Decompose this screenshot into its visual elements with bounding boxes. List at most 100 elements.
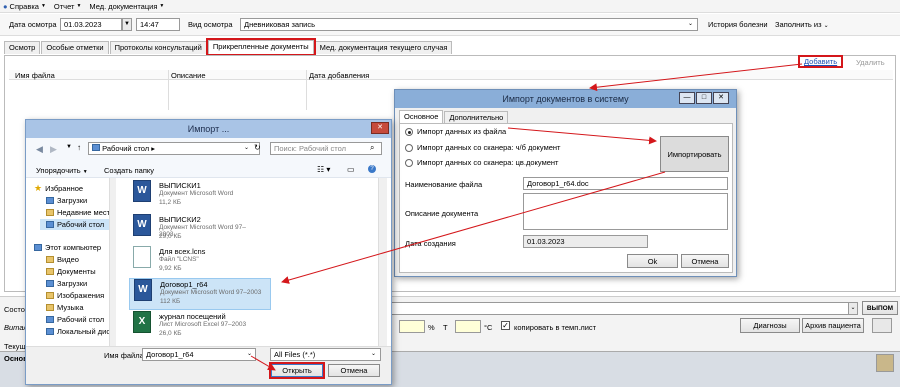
view-options-icon[interactable]: ☷ ▾: [317, 165, 330, 174]
sidebar-item-downloads-pc[interactable]: Загрузки: [46, 279, 87, 288]
menu-report[interactable]: Отчет ▼: [54, 2, 82, 11]
generic-file-icon: [133, 246, 151, 268]
vlpom-button[interactable]: ВЫПОМ: [862, 301, 898, 315]
file-list-scrollbar[interactable]: [378, 178, 387, 346]
radio-scanner-bw[interactable]: Импорт данных со сканера: ч/б документ: [405, 143, 561, 153]
file-size: 11,2 КБ: [159, 199, 182, 206]
tab-special-notes[interactable]: Особые отметки: [41, 41, 109, 54]
cancel-button[interactable]: Отмена: [681, 254, 729, 268]
tab-attached-docs[interactable]: Прикрепленные документы: [205, 38, 316, 56]
fill-from-button[interactable]: Заполнить из ⌄: [775, 20, 829, 29]
archive-button[interactable]: Архив пациента: [802, 318, 864, 333]
sidebar-item-documents[interactable]: Документы: [46, 267, 96, 276]
image-icon[interactable]: [872, 318, 892, 333]
radio-scanner-color-label: Импорт данных со сканера: цв.документ: [417, 158, 559, 167]
sidebar-item-desktop-pc[interactable]: Рабочий стол: [46, 315, 104, 324]
sidebar-item-pictures[interactable]: Изображения: [46, 291, 104, 300]
sidebar-scrollbar[interactable]: [109, 178, 116, 346]
preview-pane-icon[interactable]: ▭: [347, 165, 355, 174]
sidebar-item-this-pc[interactable]: Этот компьютер: [34, 243, 101, 252]
file-size: 9,92 КБ: [159, 265, 182, 272]
tab-basic[interactable]: Основное: [399, 110, 444, 124]
help-icon[interactable]: ?: [368, 165, 376, 173]
chevron-down-icon[interactable]: ⌄: [247, 350, 252, 357]
copy-label: копировать в темп.лист: [514, 323, 597, 332]
add-button[interactable]: Добавить: [797, 55, 844, 68]
maximize-icon[interactable]: □: [696, 92, 712, 104]
download-folder-icon: [46, 197, 54, 204]
menu-meddoc[interactable]: Мед. документация ▼: [89, 2, 164, 11]
list-item[interactable]: W ВЫПИСКИ1 Документ Microsoft Word 11,2 КБ: [129, 180, 249, 212]
menu-help[interactable]: ● Справка ▼: [3, 2, 46, 11]
refresh-icon[interactable]: ↻: [254, 143, 261, 152]
description-input[interactable]: [523, 193, 728, 230]
back-icon[interactable]: ◀: [36, 144, 43, 155]
chevron-down-icon[interactable]: ▼: [66, 144, 72, 150]
search-input[interactable]: Поиск: Рабочий стол: [270, 142, 382, 155]
archive-label: Архив пациента: [805, 321, 861, 330]
sidebar-item-recent[interactable]: Недавние места: [46, 208, 114, 217]
list-item[interactable]: Для всех.lcns Файл "LCNS" 9,92 КБ: [129, 246, 249, 278]
tab-current-case-docs[interactable]: Мед. документация текущего случая: [314, 41, 453, 54]
import-button[interactable]: Импортировать: [660, 136, 729, 172]
sidebar-label: Избранное: [45, 184, 84, 193]
chevron-down-icon: ⌄: [823, 23, 829, 29]
radio-scanner-color[interactable]: Импорт данных со сканера: цв.документ: [405, 158, 559, 168]
forward-icon[interactable]: ▶: [50, 144, 57, 155]
filename-field[interactable]: Договор1_r64: [142, 348, 256, 361]
new-folder-button[interactable]: Создать папку: [104, 166, 154, 175]
sidebar-item-music[interactable]: Музыка: [46, 303, 84, 312]
sidebar-item-local-disk[interactable]: Локальный диск: [46, 327, 113, 336]
close-icon[interactable]: ✕: [713, 92, 729, 104]
minimize-icon[interactable]: —: [679, 92, 695, 104]
copy-checkbox[interactable]: ✓: [501, 321, 510, 330]
pictures-folder-icon: [46, 292, 54, 299]
sidebar-item-favorites[interactable]: ★ Избранное: [34, 184, 84, 194]
filename-input[interactable]: Договор1_r64.doc: [523, 177, 728, 190]
percent-input[interactable]: [399, 320, 425, 333]
up-arrow-icon[interactable]: ↑: [77, 143, 81, 152]
desktop-icon: [46, 316, 54, 323]
temperature-input[interactable]: [455, 320, 481, 333]
time-input[interactable]: 14:47: [136, 18, 180, 31]
radio-from-file[interactable]: Импорт данных из файла: [405, 127, 506, 137]
list-item-selected[interactable]: W Договор1_r64 Документ Microsoft Word 97–…: [129, 278, 271, 310]
date-dropdown-button[interactable]: ▼: [122, 18, 132, 31]
col-filename[interactable]: Имя файла: [15, 71, 55, 80]
state-label: Состо: [4, 305, 25, 314]
state-select[interactable]: [390, 302, 858, 315]
sidebar-label: Видео: [57, 255, 79, 264]
open-button[interactable]: Открыть: [269, 362, 325, 379]
close-icon[interactable]: ✕: [371, 122, 389, 134]
file-type-filter[interactable]: All Files (*.*): [270, 348, 381, 361]
history-link[interactable]: История болезни: [708, 20, 768, 29]
col-description[interactable]: Описание: [171, 71, 206, 80]
date-input[interactable]: 01.03.2023: [60, 18, 122, 31]
tab-consult-protocols[interactable]: Протоколы консультаций: [109, 41, 207, 54]
sidebar-item-downloads[interactable]: Загрузки: [46, 196, 87, 205]
sidebar-item-desktop[interactable]: Рабочий стол: [40, 219, 116, 230]
ok-button[interactable]: Ok: [627, 254, 678, 268]
list-item[interactable]: Xжурнал посещений Лист Microsoft Excel 97…: [129, 311, 249, 343]
tab-osmotr[interactable]: Осмотр: [4, 41, 41, 54]
filename-label: Наименование файла: [405, 180, 483, 189]
file-name: Договор1_r64: [160, 280, 208, 289]
chevron-down-icon[interactable]: ⌄: [244, 144, 249, 151]
path-bar[interactable]: Рабочий стол ▸: [88, 142, 260, 155]
main-tabs: Осмотр Особые отметки Протоколы консульт…: [4, 38, 453, 56]
state-dropdown-button[interactable]: ⌄: [848, 302, 858, 315]
diagnoses-button[interactable]: Диагнозы: [740, 318, 800, 333]
sidebar-item-video[interactable]: Видео: [46, 255, 79, 264]
grid-divider: [168, 70, 169, 110]
col-date-added[interactable]: Дата добавления: [309, 71, 369, 80]
list-item[interactable]: W ВЫПИСКИ2 Документ Microsoft Word 97–2003…: [129, 214, 249, 246]
remove-button[interactable]: Удалить: [856, 58, 885, 67]
organize-button[interactable]: Упорядочить ▼: [36, 166, 88, 175]
celsius-label: °C: [484, 323, 493, 332]
image-icon[interactable]: [876, 354, 894, 372]
chevron-down-icon[interactable]: ⌄: [371, 350, 376, 357]
file-size: 26,0 КБ: [159, 330, 182, 337]
type-select[interactable]: Дневниковая запись: [240, 18, 698, 31]
file-cancel-button[interactable]: Отмена: [328, 364, 380, 377]
filename-field-label: Имя файла:: [104, 351, 146, 360]
